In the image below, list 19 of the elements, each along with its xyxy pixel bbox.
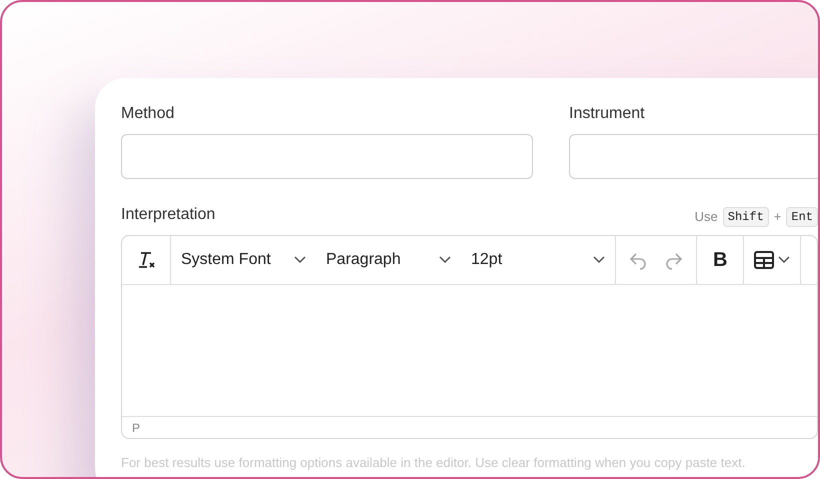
field-label: Method <box>121 104 176 124</box>
dropdown[interactable]: System Font <box>171 236 316 284</box>
hint-text: Use <box>694 208 718 226</box>
field-label: Interpretation <box>121 205 216 225</box>
chevron-icon <box>294 256 306 264</box>
chevron-icon <box>439 256 451 264</box>
bold-button[interactable]: B <box>697 236 744 284</box>
plus-sign: + <box>774 208 782 226</box>
table-icon <box>754 251 774 269</box>
chevron-icon <box>778 256 790 264</box>
dropdown[interactable]: 12pt <box>461 236 616 284</box>
chevron-icon <box>593 256 605 264</box>
key-label: Ent <box>786 207 818 227</box>
key-label: Shift <box>722 207 769 227</box>
dropdown[interactable]: Paragraph <box>316 236 461 284</box>
clear-format-icon <box>136 250 156 270</box>
input-field[interactable] <box>121 134 533 179</box>
element-path: P <box>122 416 817 438</box>
field-label: Instrument <box>569 104 646 124</box>
